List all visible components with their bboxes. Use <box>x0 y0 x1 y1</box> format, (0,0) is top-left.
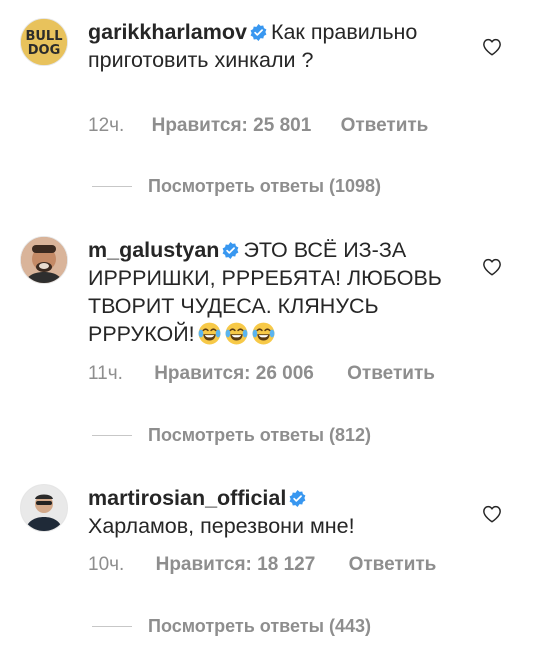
likes-count-button[interactable]: Нравится: 18 127 <box>156 554 316 576</box>
verified-badge-icon <box>223 242 239 259</box>
comment-meta: 12ч. Нравится: 25 801 Ответить <box>88 115 428 137</box>
user-photo-icon <box>21 237 67 283</box>
divider-line <box>92 435 132 436</box>
comment-username[interactable]: martirosian_official <box>88 486 286 510</box>
divider-line <box>92 186 132 187</box>
view-replies-label: Посмотреть ответы (812) <box>148 425 371 445</box>
comment-username[interactable]: m_galustyan <box>88 238 219 262</box>
comment-text: martirosian_official Харламов, перезвони … <box>88 484 468 540</box>
emoji-group <box>195 322 276 346</box>
comment-time: 11ч. <box>88 363 123 384</box>
avatar[interactable] <box>20 236 68 284</box>
reply-button[interactable]: Ответить <box>349 554 437 576</box>
laughing-tears-emoji-icon <box>252 322 275 345</box>
verified-badge-icon <box>289 490 306 507</box>
view-replies-label: Посмотреть ответы (1098) <box>148 176 381 196</box>
like-heart-icon[interactable] <box>482 258 502 276</box>
user-photo-icon <box>21 485 67 531</box>
like-heart-icon[interactable] <box>482 38 502 56</box>
reply-button[interactable]: Ответить <box>347 363 435 385</box>
avatar[interactable]: BULL DOG <box>20 18 68 66</box>
laughing-tears-emoji-icon <box>225 322 248 345</box>
verified-badge-icon <box>250 24 267 41</box>
comment-username[interactable]: garikkharlamov <box>88 20 247 44</box>
divider-line <box>92 626 132 627</box>
bulldog-logo-icon: BULL DOG <box>21 19 67 65</box>
view-replies-button[interactable]: Посмотреть ответы (1098) <box>92 176 381 197</box>
comment-text: garikkharlamov Как правильно приготовить … <box>88 18 468 74</box>
likes-count-button[interactable]: Нравится: 25 801 <box>152 115 312 137</box>
view-replies-button[interactable]: Посмотреть ответы (812) <box>92 425 371 446</box>
comment-text: m_galustyan ЭТО ВСЁ ИЗ-ЗА ИРРРИШКИ, РРРЕБ… <box>88 236 448 348</box>
comment-time: 10ч. <box>88 554 125 575</box>
avatar[interactable] <box>20 484 68 532</box>
comment-body: Харламов, перезвони мне! <box>88 514 355 538</box>
likes-count-button[interactable]: Нравится: 26 006 <box>154 363 314 385</box>
view-replies-button[interactable]: Посмотреть ответы (443) <box>92 616 371 637</box>
svg-text:DOG: DOG <box>28 43 61 58</box>
reply-button[interactable]: Ответить <box>341 115 429 137</box>
comment-meta: 11ч. Нравится: 26 006 Ответить <box>88 363 435 385</box>
comment-meta: 10ч. Нравится: 18 127 Ответить <box>88 554 436 576</box>
comment-time: 12ч. <box>88 115 125 136</box>
view-replies-label: Посмотреть ответы (443) <box>148 616 371 636</box>
laughing-tears-emoji-icon <box>198 322 221 345</box>
svg-text:BULL: BULL <box>25 29 62 44</box>
like-heart-icon[interactable] <box>482 505 502 523</box>
